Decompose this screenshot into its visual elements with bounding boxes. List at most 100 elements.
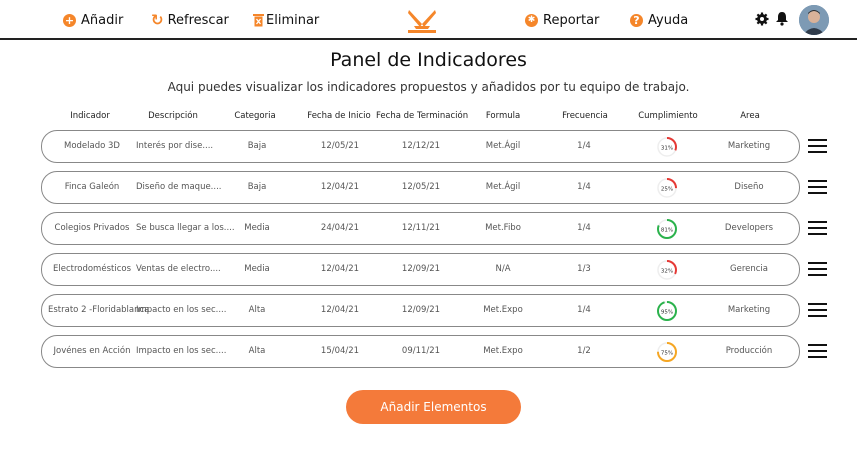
cell-fecha-inicio: 15/04/21	[320, 346, 360, 356]
progress-gauge: 25%	[657, 178, 677, 198]
cell-fecha-terminacion: 12/05/21	[401, 182, 441, 192]
cell-fecha-terminacion: 12/12/21	[401, 141, 441, 151]
progress-gauge: 32%	[657, 260, 677, 280]
cell-descripcion: Impacto en los sec....	[136, 305, 227, 315]
user-avatar[interactable]	[799, 5, 829, 35]
row-menu-icon[interactable]	[808, 221, 828, 237]
cell-descripcion: Impacto en los sec....	[136, 346, 227, 356]
header-fecha-inicio: Fecha de Inicio	[307, 111, 371, 121]
table-row[interactable]: Modelado 3D Interés por dise.... Baja 12/05…	[41, 130, 800, 163]
cell-area: Marketing	[727, 305, 771, 315]
table-row[interactable]: Jovénes en Acción Impacto en los sec.... A…	[41, 335, 800, 368]
row-menu-icon[interactable]	[808, 139, 828, 155]
top-toolbar: + Añadir ↻ Refrescar Eliminar ✱ Reportar…	[0, 0, 857, 40]
cell-frecuencia: 1/2	[577, 346, 591, 356]
plus-circle-icon: +	[63, 13, 76, 27]
progress-label: 25%	[661, 187, 673, 193]
add-elements-button[interactable]: Añadir Elementos	[346, 390, 521, 424]
row-menu-icon[interactable]	[808, 344, 828, 360]
header-indicador: Indicador	[70, 111, 110, 121]
row-menu-icon[interactable]	[808, 180, 828, 196]
cell-frecuencia: 1/4	[577, 141, 591, 151]
progress-label: 32%	[661, 269, 673, 275]
cell-fecha-inicio: 12/04/21	[320, 305, 360, 315]
row-menu-icon[interactable]	[808, 262, 828, 278]
cell-descripcion: Ventas de electro....	[136, 264, 221, 274]
header-descripcion: Descripción	[148, 111, 198, 121]
report-label: Reportar	[543, 12, 600, 28]
cell-indicador: Finca Galeón	[64, 182, 120, 192]
table-row[interactable]: Estrato 2 -Floridablanca Impacto en los s…	[41, 294, 800, 327]
cell-frecuencia: 1/4	[577, 305, 591, 315]
gear-icon[interactable]	[755, 12, 769, 26]
progress-gauge: 95%	[657, 301, 677, 321]
cell-formula: Met.Ágil	[485, 182, 521, 192]
header-frecuencia: Frecuencia	[562, 111, 608, 121]
cell-area: Producción	[725, 346, 773, 356]
help-button[interactable]: ? Ayuda	[630, 11, 688, 29]
cell-fecha-inicio: 12/04/21	[320, 264, 360, 274]
delete-label: Eliminar	[266, 12, 320, 28]
refresh-icon: ↻	[151, 11, 164, 29]
cell-formula: Met.Expo	[483, 346, 523, 356]
bell-icon[interactable]	[775, 11, 789, 26]
cell-categoria: Alta	[248, 305, 266, 315]
cell-area: Developers	[724, 223, 774, 233]
cell-categoria: Alta	[248, 346, 266, 356]
progress-gauge: 81%	[657, 219, 677, 239]
cell-indicador: Estrato 2 -Floridablanca	[48, 305, 150, 315]
progress-label: 95%	[661, 310, 673, 316]
cell-indicador: Jovénes en Acción	[53, 346, 131, 356]
cell-indicador: Colegios Privados	[54, 223, 130, 233]
avatar-image	[799, 5, 829, 35]
table-row[interactable]: Electrodomésticos Ventas de electro.... Me…	[41, 253, 800, 286]
cell-fecha-terminacion: 12/09/21	[401, 305, 441, 315]
page-subtitle: Aqui puedes visualizar los indicadores p…	[167, 80, 690, 94]
cell-formula: Met.Expo	[483, 305, 523, 315]
cell-formula: Met.Fibo	[485, 223, 521, 233]
cell-area: Marketing	[727, 141, 771, 151]
progress-gauge: 31%	[657, 137, 677, 157]
header-cumplimiento: Cumplimiento	[638, 111, 698, 121]
cell-indicador: Electrodomésticos	[52, 264, 131, 274]
cell-frecuencia: 1/4	[577, 182, 591, 192]
cell-descripcion: Diseño de maque....	[136, 182, 222, 192]
page-title: Panel de Indicadores	[330, 49, 527, 71]
progress-label: 75%	[661, 351, 673, 357]
header-formula: Formula	[485, 111, 521, 121]
cell-indicador: Modelado 3D	[64, 141, 120, 151]
cell-categoria: Baja	[247, 141, 267, 151]
cell-frecuencia: 1/4	[577, 223, 591, 233]
progress-gauge: 75%	[657, 342, 677, 362]
help-icon: ?	[630, 13, 643, 27]
refresh-label: Refrescar	[167, 12, 229, 28]
help-label: Ayuda	[648, 12, 689, 28]
cell-fecha-inicio: 12/05/21	[320, 141, 360, 151]
cell-area: Diseño	[734, 182, 764, 192]
cell-descripcion: Interés por dise....	[136, 141, 214, 151]
brand-logo	[408, 10, 436, 33]
delete-button[interactable]: Eliminar	[253, 11, 319, 29]
cell-area: Gerencia	[730, 264, 768, 274]
header-area: Area	[740, 111, 760, 121]
table-row[interactable]: Colegios Privados Se busca llegar a los..…	[41, 212, 800, 245]
row-menu-icon[interactable]	[808, 303, 828, 319]
refresh-button[interactable]: ↻ Refrescar	[151, 11, 229, 29]
header-categoria: Categoria	[234, 111, 276, 121]
cell-fecha-terminacion: 12/09/21	[401, 264, 441, 274]
add-label: Añadir	[81, 12, 124, 28]
report-button[interactable]: ✱ Reportar	[525, 11, 599, 29]
cell-fecha-inicio: 24/04/21	[320, 223, 360, 233]
progress-label: 31%	[661, 146, 673, 152]
cell-formula: Met.Ágil	[485, 141, 521, 151]
cell-frecuencia: 1/3	[577, 264, 591, 274]
table-row[interactable]: Finca Galeón Diseño de maque.... Baja 12/04…	[41, 171, 800, 204]
trash-icon	[253, 14, 264, 27]
progress-label: 81%	[661, 228, 673, 234]
add-button[interactable]: + Añadir	[63, 11, 123, 29]
cell-fecha-inicio: 12/04/21	[320, 182, 360, 192]
header-fecha-terminacion: Fecha de Terminación	[376, 111, 469, 121]
cell-fecha-terminacion: 12/11/21	[401, 223, 441, 233]
cell-categoria: Baja	[247, 182, 267, 192]
bug-icon: ✱	[525, 13, 538, 27]
